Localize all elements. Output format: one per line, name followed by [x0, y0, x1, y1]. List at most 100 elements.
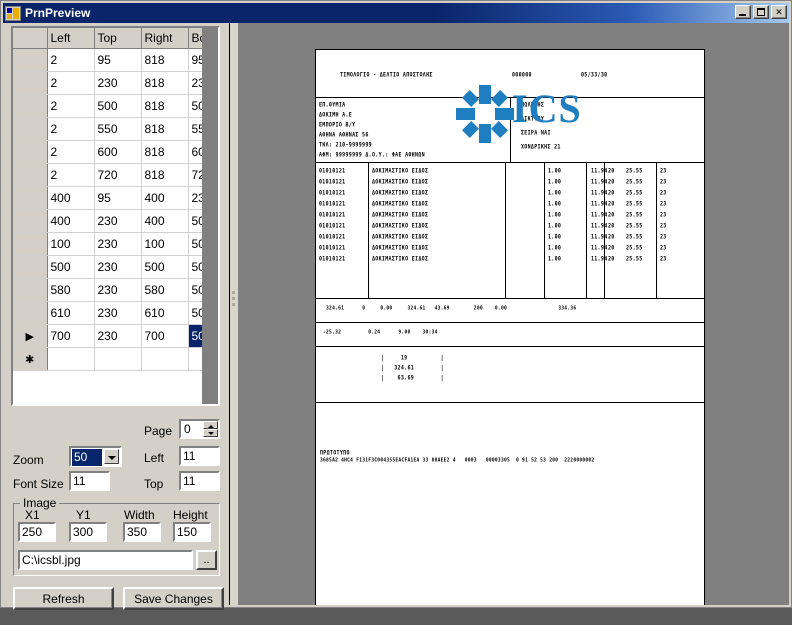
page-stepper-down[interactable]: [203, 429, 218, 437]
cell-left[interactable]: 2: [47, 94, 95, 118]
cell-top[interactable]: 230: [94, 209, 142, 233]
cell-right[interactable]: 400: [141, 209, 189, 233]
cell-left[interactable]: 2: [47, 48, 95, 72]
cell-top[interactable]: 230: [94, 324, 142, 348]
table-row[interactable]: 2500818500: [13, 94, 218, 118]
top-input[interactable]: 11: [179, 471, 220, 491]
zoom-select[interactable]: 50: [69, 446, 122, 467]
x1-input[interactable]: 250: [18, 522, 56, 542]
cell-right[interactable]: 818: [141, 94, 189, 118]
cell-left[interactable]: 400: [47, 186, 95, 210]
cell-right[interactable]: 818: [141, 117, 189, 141]
row-marker[interactable]: [13, 209, 48, 233]
cell-top[interactable]: 500: [94, 94, 142, 118]
browse-button[interactable]: ..: [196, 550, 217, 570]
cell-top[interactable]: 230: [94, 232, 142, 256]
table-row[interactable]: 580230580500: [13, 278, 218, 302]
cell-top[interactable]: [94, 347, 142, 371]
close-icon[interactable]: ✕: [771, 5, 787, 19]
cell-right[interactable]: 818: [141, 71, 189, 95]
cell-right[interactable]: 818: [141, 140, 189, 164]
refresh-button[interactable]: Refresh: [13, 587, 114, 610]
preview-pane[interactable]: ΤΙΜΟΛΟΓΙΟ - ΔΕΛΤΙΟ ΑΠΟΣΤΟΛΗΣ 000000 05/3…: [238, 23, 789, 605]
column-header-right[interactable]: Right: [141, 28, 189, 49]
minimize-button[interactable]: [735, 5, 751, 19]
page-stepper-buttons[interactable]: [203, 421, 218, 437]
zoom-value[interactable]: 50: [72, 449, 102, 466]
table-row[interactable]: 610230610500: [13, 301, 218, 325]
y1-input[interactable]: 300: [69, 522, 107, 542]
row-marker[interactable]: [13, 94, 48, 118]
font-size-input[interactable]: 11: [69, 471, 110, 491]
row-marker[interactable]: [13, 186, 48, 210]
page-value[interactable]: 0: [181, 421, 203, 437]
table-row[interactable]: 2230818230: [13, 71, 218, 95]
row-marker[interactable]: [13, 71, 48, 95]
table-row[interactable]: 2550818550: [13, 117, 218, 141]
cell-left[interactable]: 2: [47, 71, 95, 95]
cell-right[interactable]: 700: [141, 324, 189, 348]
grid-vertical-scrollbar[interactable]: [202, 28, 218, 404]
cell-top[interactable]: 230: [94, 278, 142, 302]
cell-right[interactable]: [141, 347, 189, 371]
cell-top[interactable]: 230: [94, 71, 142, 95]
table-row[interactable]: 2 95 818 95: [13, 48, 218, 72]
width-input[interactable]: 350: [123, 522, 161, 542]
cell-left[interactable]: 610: [47, 301, 95, 325]
maximize-button[interactable]: [753, 5, 769, 19]
table-row[interactable]: ▶700230700500: [13, 324, 218, 348]
table-row[interactable]: 2600818600: [13, 140, 218, 164]
cell-left[interactable]: 700: [47, 324, 95, 348]
cell-right[interactable]: 818: [141, 48, 189, 72]
row-marker[interactable]: ▶: [13, 324, 48, 348]
table-row[interactable]: 2720818720: [13, 163, 218, 187]
cell-left[interactable]: 2: [47, 140, 95, 164]
cell-left[interactable]: 500: [47, 255, 95, 279]
column-header-top[interactable]: Top: [94, 28, 142, 49]
table-row[interactable]: ✱: [13, 347, 218, 371]
cell-right[interactable]: 500: [141, 255, 189, 279]
table-row[interactable]: 400230400500: [13, 209, 218, 233]
column-header-rowmark[interactable]: [13, 28, 48, 49]
left-input[interactable]: 11: [179, 446, 220, 466]
cell-top[interactable]: 230: [94, 301, 142, 325]
row-marker[interactable]: [13, 117, 48, 141]
pane-splitter[interactable]: [229, 23, 238, 605]
coordinates-data-grid[interactable]: Left Top Right Bottom 295818952230818230…: [11, 26, 220, 406]
cell-left[interactable]: 100: [47, 232, 95, 256]
page-stepper[interactable]: 0: [179, 419, 220, 439]
cell-top[interactable]: 550: [94, 117, 142, 141]
cell-top[interactable]: 600: [94, 140, 142, 164]
cell-left[interactable]: 580: [47, 278, 95, 302]
cell-right[interactable]: 818: [141, 163, 189, 187]
cell-top[interactable]: 230: [94, 255, 142, 279]
cell-top[interactable]: 95: [94, 186, 142, 210]
cell-top[interactable]: 720: [94, 163, 142, 187]
cell-right[interactable]: 400: [141, 186, 189, 210]
row-marker[interactable]: ✱: [13, 347, 48, 371]
cell-right[interactable]: 610: [141, 301, 189, 325]
table-row[interactable]: 500230500500: [13, 255, 218, 279]
save-changes-button[interactable]: Save Changes: [123, 587, 224, 610]
row-marker[interactable]: [13, 140, 48, 164]
table-row[interactable]: 100230100500: [13, 232, 218, 256]
cell-left[interactable]: 400: [47, 209, 95, 233]
page-stepper-up[interactable]: [203, 421, 218, 429]
row-marker[interactable]: [13, 163, 48, 187]
row-marker[interactable]: [13, 278, 48, 302]
cell-top[interactable]: 95: [94, 48, 142, 72]
column-header-left[interactable]: Left: [47, 28, 95, 49]
image-path-input[interactable]: C:\icsbl.jpg: [18, 550, 193, 570]
row-marker[interactable]: [13, 232, 48, 256]
cell-left[interactable]: [47, 347, 95, 371]
row-marker[interactable]: [13, 301, 48, 325]
height-input[interactable]: 150: [173, 522, 211, 542]
cell-left[interactable]: 2: [47, 163, 95, 187]
row-marker[interactable]: [13, 48, 48, 72]
cell-left[interactable]: 2: [47, 117, 95, 141]
chevron-down-icon[interactable]: [104, 449, 119, 464]
cell-right[interactable]: 100: [141, 232, 189, 256]
row-marker[interactable]: [13, 255, 48, 279]
cell-right[interactable]: 580: [141, 278, 189, 302]
table-row[interactable]: 40095400230: [13, 186, 218, 210]
